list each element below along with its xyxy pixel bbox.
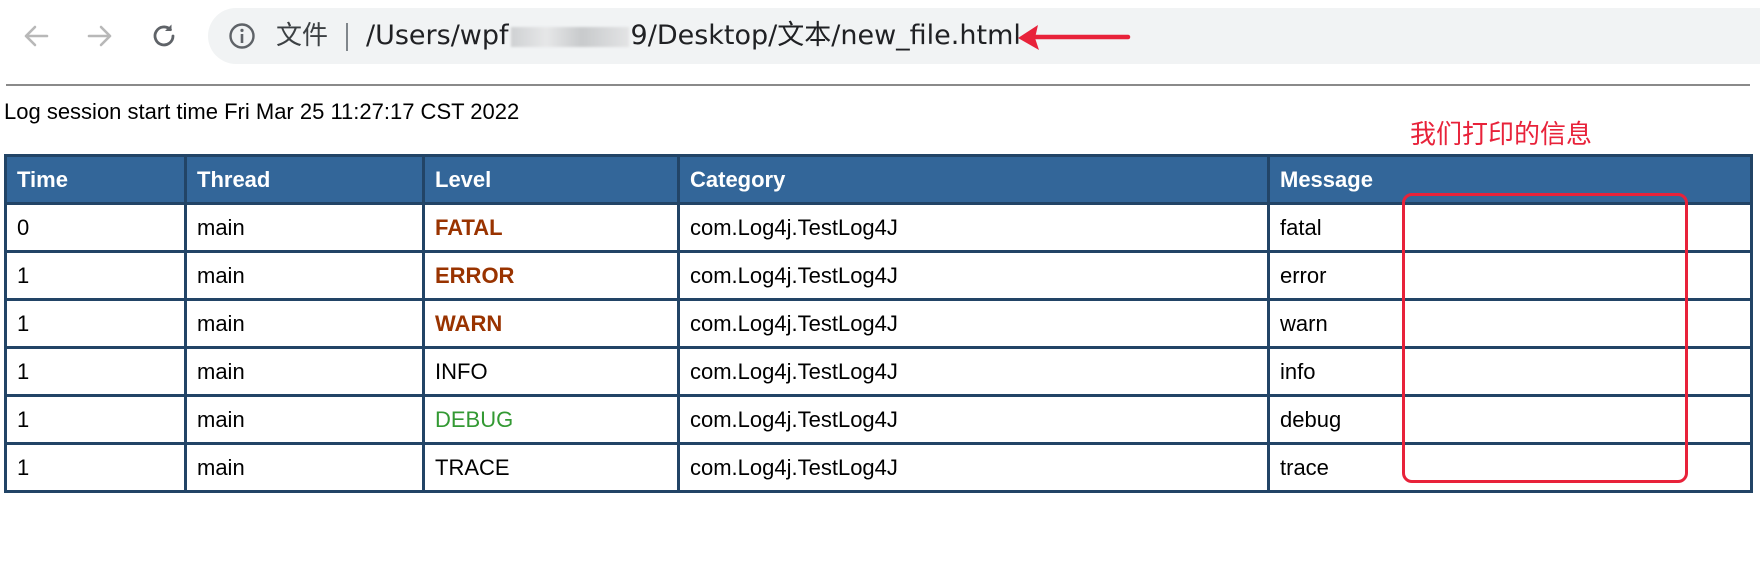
cell-level: ERROR [422,250,680,301]
annotation-note: 我们打印的信息 [1410,120,1593,150]
url-text[interactable]: /Users/wpf 9/Desktop/文本/new_file.html [366,8,1021,64]
back-button[interactable] [16,16,56,56]
cell-level: TRACE [422,442,680,493]
cell-category: com.Log4j.TestLog4J [677,442,1270,493]
arrow-right-icon [87,25,112,47]
cell-thread: main [184,394,425,445]
cell-time: 0 [4,202,187,253]
cell-time: 1 [4,346,187,397]
page-divider [6,84,1750,86]
cell-time: 1 [4,442,187,493]
red-arrow-annotation [1018,25,1131,50]
file-scheme-label: 文件 [276,21,329,51]
url-prefix: /Users/wpf [366,20,509,51]
cell-thread: main [184,202,425,253]
url-suffix: /Desktop/文本/new_file.html [647,20,1021,51]
browser-toolbar: 文件 /Users/wpf 9/Desktop/文本/new_file.html [0,0,1760,72]
cell-category: com.Log4j.TestLog4J [677,346,1270,397]
cell-thread: main [184,442,425,493]
cell-time: 1 [4,250,187,301]
cell-category: com.Log4j.TestLog4J [677,202,1270,253]
cell-category: com.Log4j.TestLog4J [677,394,1270,445]
message-highlight-box [1402,193,1688,483]
forward-button[interactable] [80,16,120,56]
cell-level: FATAL [422,202,680,253]
header-level: Level [422,154,680,205]
omnibox-divider [346,23,348,51]
reload-button[interactable] [144,16,184,56]
session-start-line: Log session start time Fri Mar 25 11:27:… [4,99,520,124]
cell-level: INFO [422,346,680,397]
cell-thread: main [184,346,425,397]
header-time: Time [4,154,187,205]
address-bar[interactable]: 文件 /Users/wpf 9/Desktop/文本/new_file.html [208,8,1760,64]
cell-category: com.Log4j.TestLog4J [677,250,1270,301]
header-category: Category [677,154,1270,205]
arrow-left-icon [24,25,49,47]
redacted-segment [510,26,629,47]
cell-level: DEBUG [422,394,680,445]
header-thread: Thread [184,154,425,205]
url-mid: 9 [630,20,648,51]
cell-level: WARN [422,298,680,349]
cell-time: 1 [4,394,187,445]
info-circle-icon[interactable] [228,22,256,50]
cell-category: com.Log4j.TestLog4J [677,298,1270,349]
cell-thread: main [184,250,425,301]
cell-thread: main [184,298,425,349]
cell-time: 1 [4,298,187,349]
reload-icon [153,24,175,47]
